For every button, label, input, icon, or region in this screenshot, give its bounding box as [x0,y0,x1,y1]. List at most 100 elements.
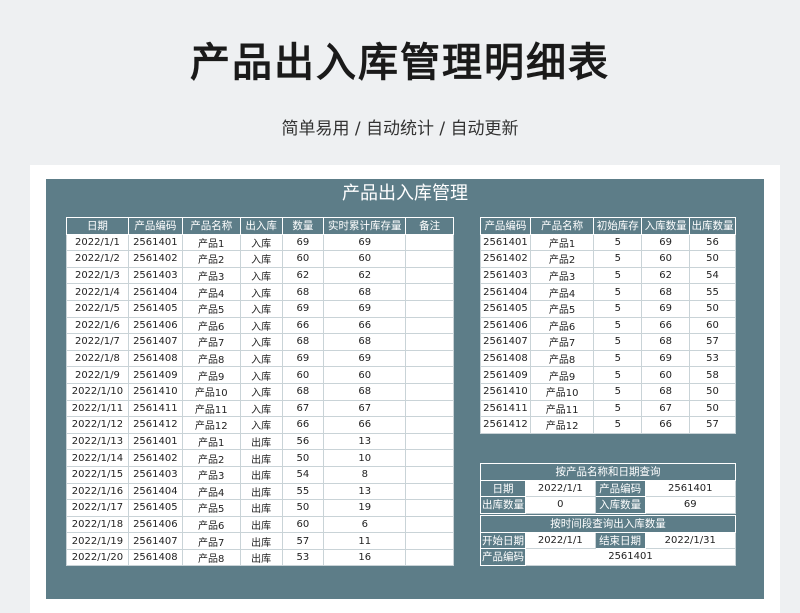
table-cell[interactable]: 60 [281,515,325,534]
table-cell[interactable]: 2022/1/17 [66,499,129,517]
table-cell[interactable]: 2561401 [127,233,183,252]
table-cell[interactable]: 68 [281,333,325,351]
table-cell[interactable]: 5 [593,233,643,252]
table-cell[interactable]: 入库 [239,382,283,401]
table-cell[interactable]: 2561404 [127,482,183,501]
table-cell[interactable]: 66 [281,316,325,335]
table-cell[interactable]: 67 [323,399,407,418]
table-cell[interactable]: 2561412 [480,416,531,434]
table-cell[interactable]: 68 [281,283,325,301]
table-cell[interactable]: 产品9 [181,366,241,384]
table-cell[interactable]: 产品12 [181,416,241,434]
table-cell[interactable]: 产品8 [529,349,595,368]
table-cell[interactable]: 2561405 [127,499,183,517]
table-cell[interactable]: 55 [689,283,736,301]
column-header[interactable]: 产品编码 [480,217,531,235]
table-cell[interactable]: 产品6 [181,316,241,335]
table-cell[interactable] [405,449,454,467]
table-cell[interactable]: 5 [593,416,643,434]
table-cell[interactable]: 2561404 [480,283,531,301]
table-cell[interactable] [405,432,454,451]
table-cell[interactable]: 5 [593,250,643,268]
table-cell[interactable]: 产品5 [529,299,595,318]
column-header[interactable]: 出入库 [239,217,283,235]
table-cell[interactable]: 66 [323,416,407,434]
table-cell[interactable]: 5 [593,399,643,418]
table-cell[interactable]: 产品7 [181,532,241,550]
table-cell[interactable]: 入库 [239,299,283,318]
table-cell[interactable]: 2561403 [127,266,183,285]
table-cell[interactable]: 2561407 [480,333,531,351]
table-cell[interactable] [405,349,454,368]
table-cell[interactable]: 54 [281,465,325,484]
table-cell[interactable]: 2022/1/14 [66,449,129,467]
table-cell[interactable]: 6 [323,515,407,534]
table-cell[interactable]: 2561408 [480,349,531,368]
table-cell[interactable]: 2561401 [480,233,531,252]
table-cell[interactable]: 5 [593,283,643,301]
table-cell[interactable]: 58 [689,366,736,384]
table-cell[interactable]: 16 [323,548,407,567]
table-cell[interactable]: 入库 [239,266,283,285]
table-cell[interactable]: 5 [593,299,643,318]
table-cell[interactable]: 68 [281,382,325,401]
table-cell[interactable]: 2561403 [480,266,531,285]
table-cell[interactable]: 2561405 [480,299,531,318]
table-cell[interactable]: 2561401 [127,432,183,451]
table-cell[interactable] [405,333,454,351]
table-cell[interactable]: 69 [281,299,325,318]
table-cell[interactable]: 2022/1/18 [66,515,129,534]
table-cell[interactable]: 产品11 [181,399,241,418]
table-cell[interactable]: 2561405 [127,299,183,318]
table-cell[interactable]: 11 [323,532,407,550]
column-header[interactable]: 入库数量 [641,217,691,235]
table-cell[interactable]: 出库 [239,482,283,501]
table-cell[interactable]: 13 [323,432,407,451]
table-cell[interactable] [405,499,454,517]
query1-code-input[interactable]: 2561401 [644,479,737,498]
table-cell[interactable]: 产品1 [181,233,241,252]
table-cell[interactable]: 2561411 [127,399,183,418]
table-cell[interactable]: 产品7 [529,333,595,351]
table-cell[interactable]: 2022/1/3 [66,266,129,285]
table-cell[interactable]: 2561404 [127,283,183,301]
table-cell[interactable]: 55 [281,482,325,501]
table-cell[interactable]: 5 [593,366,643,384]
table-cell[interactable]: 产品7 [181,333,241,351]
table-cell[interactable]: 69 [323,233,407,252]
table-cell[interactable]: 入库 [239,399,283,418]
table-cell[interactable] [405,515,454,534]
table-cell[interactable]: 53 [689,349,736,368]
table-cell[interactable]: 产品4 [181,482,241,501]
table-cell[interactable]: 10 [323,449,407,467]
table-cell[interactable] [405,532,454,550]
table-cell[interactable]: 60 [641,250,691,268]
table-cell[interactable]: 53 [281,548,325,567]
table-cell[interactable]: 2561406 [127,316,183,335]
table-cell[interactable] [405,416,454,434]
table-cell[interactable]: 56 [689,233,736,252]
query2-code-input[interactable]: 2561401 [524,548,737,566]
table-cell[interactable]: 出库 [239,449,283,467]
table-cell[interactable]: 入库 [239,283,283,301]
table-cell[interactable]: 69 [281,233,325,252]
table-cell[interactable] [405,266,454,285]
table-cell[interactable]: 2561408 [127,349,183,368]
table-cell[interactable]: 60 [689,316,736,335]
table-cell[interactable]: 产品10 [181,382,241,401]
table-cell[interactable]: 69 [641,299,691,318]
table-cell[interactable]: 产品11 [529,399,595,418]
table-cell[interactable]: 出库 [239,548,283,567]
table-cell[interactable]: 57 [689,333,736,351]
table-cell[interactable]: 2022/1/7 [66,333,129,351]
table-cell[interactable]: 2022/1/15 [66,465,129,484]
table-cell[interactable] [405,465,454,484]
table-cell[interactable]: 60 [641,366,691,384]
table-cell[interactable]: 2561402 [127,449,183,467]
table-cell[interactable]: 出库 [239,499,283,517]
query1-date-input[interactable]: 2022/1/1 [524,479,596,498]
table-cell[interactable] [405,382,454,401]
table-cell[interactable]: 2561410 [127,382,183,401]
table-cell[interactable]: 2561406 [127,515,183,534]
column-header[interactable]: 日期 [66,217,129,235]
